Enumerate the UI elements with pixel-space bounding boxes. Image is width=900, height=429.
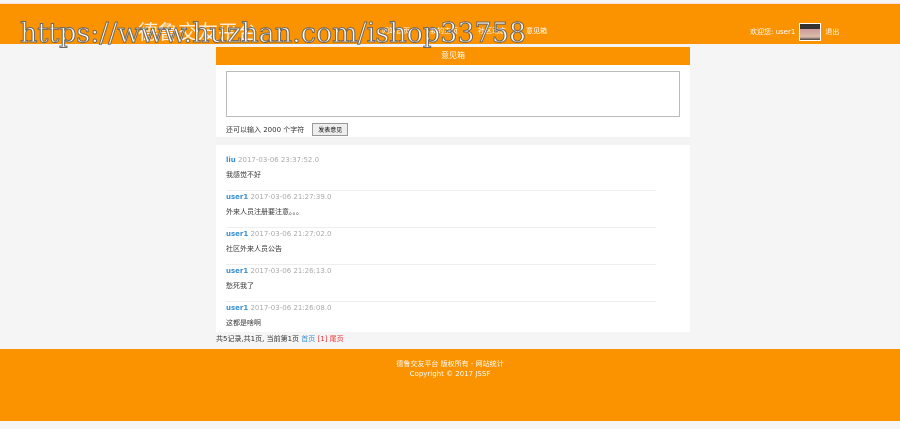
last-page-link[interactable]: 尾页 — [330, 335, 344, 343]
timestamp: 2017-03-06 21:26:08.0 — [250, 304, 332, 312]
author[interactable]: user1 — [226, 267, 248, 275]
timestamp: 2017-03-06 21:27:39.0 — [250, 193, 332, 201]
footer-copyright: 德鲁交友平台 版权所有 - 网站统计 — [396, 360, 504, 368]
list-item: liu 2017-03-06 23:37:52.0 我感觉不好 — [226, 154, 656, 191]
content: 愁死我了 — [226, 282, 254, 290]
current-page[interactable]: [1] — [318, 335, 328, 343]
content: 外来人员注册要注意。。。 — [226, 208, 303, 216]
feedback-list: liu 2017-03-06 23:37:52.0 我感觉不好 user1 201… — [226, 154, 656, 339]
author[interactable]: user1 — [226, 193, 248, 201]
author[interactable]: user1 — [226, 230, 248, 238]
timestamp: 2017-03-06 21:26:13.0 — [250, 267, 332, 275]
watermark: https://www.huzhan.com/ishop33758 — [19, 18, 527, 50]
remaining-chars: 还可以输入 2000 个字符 — [226, 125, 305, 134]
submit-button[interactable]: 发表意见 — [312, 123, 349, 136]
list-item: user1 2017-03-06 21:27:02.0 社区外来人员公告 — [226, 228, 656, 265]
welcome-text: 欢迎您: user1 — [750, 28, 796, 36]
divider — [216, 137, 690, 145]
content: 这都是啥啊 — [226, 319, 261, 327]
list-item: user1 2017-03-06 21:27:39.0 外来人员注册要注意。。。 — [226, 191, 656, 228]
author[interactable]: liu — [226, 156, 236, 164]
list-item: user1 2017-03-06 21:26:13.0 愁死我了 — [226, 265, 656, 302]
pagination: 共5记录,共1页, 当前第1页 首页 [1] 尾页 — [216, 334, 344, 344]
content: 社区外来人员公告 — [226, 245, 282, 253]
feedback-input[interactable] — [226, 71, 680, 117]
content: 我感觉不好 — [226, 171, 261, 179]
page-title: 意见箱 — [216, 47, 690, 65]
timestamp: 2017-03-06 21:27:02.0 — [250, 230, 332, 238]
timestamp: 2017-03-06 23:37:52.0 — [238, 156, 320, 164]
feedback-panel: 意见箱 还可以输入 2000 个字符 发表意见 liu 2017-03-06 2… — [216, 47, 690, 332]
nav-feedback[interactable]: 意见箱 — [526, 26, 547, 36]
first-page-link[interactable]: 首页 — [301, 335, 315, 343]
footer-copyright-en: Copyright © 2017 JSSF — [409, 370, 491, 378]
logout-link[interactable]: 退出 — [825, 27, 839, 37]
avatar[interactable] — [799, 23, 822, 41]
author[interactable]: user1 — [226, 304, 248, 312]
user-area: 欢迎您: user1 退出 — [750, 23, 839, 41]
footer: 德鲁交友平台 版权所有 - 网站统计 Copyright © 2017 JSSF — [0, 349, 900, 421]
pager-summary: 共5记录,共1页, 当前第1页 — [216, 335, 300, 343]
